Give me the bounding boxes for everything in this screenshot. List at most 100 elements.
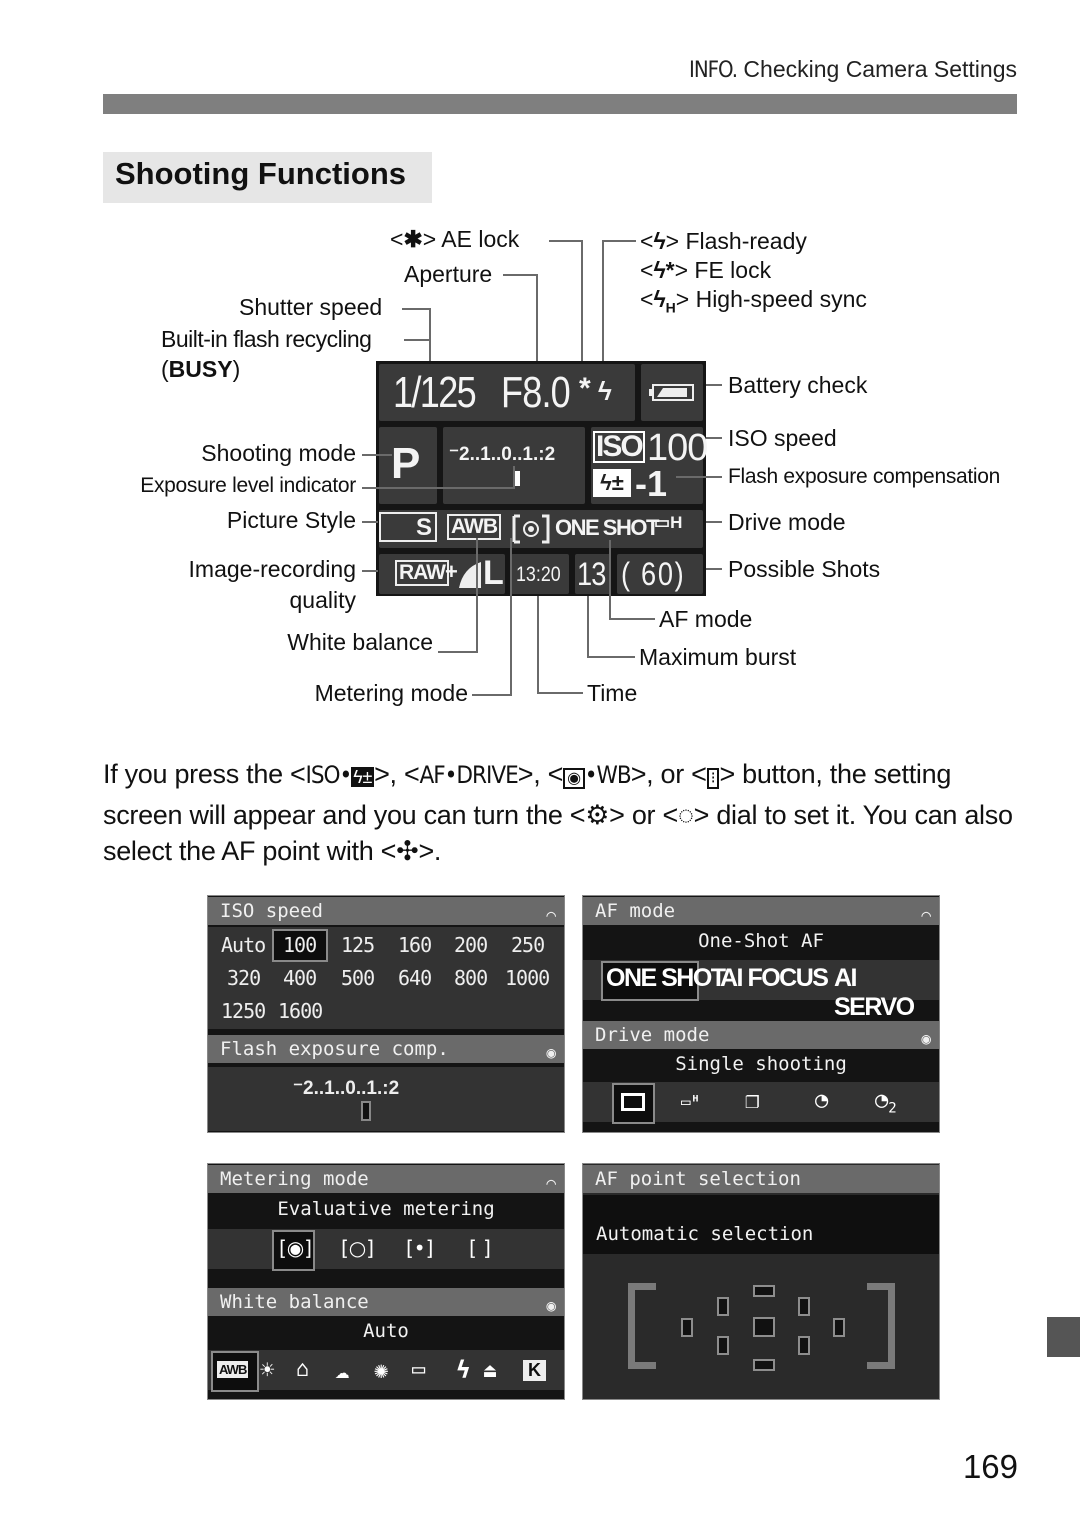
wb-fluorescent-icon[interactable]: ▭ xyxy=(412,1357,425,1382)
metering-title-bar: Metering mode ⌒ xyxy=(208,1165,564,1193)
iso-option[interactable]: 100 xyxy=(283,933,317,957)
multi-controller-icon: ✣ xyxy=(396,836,419,866)
fec-marker[interactable] xyxy=(361,1101,371,1121)
leader-line xyxy=(429,308,431,366)
callout-high-speed-sync-label: High-speed sync xyxy=(695,286,867,312)
callout-aperture: Aperture xyxy=(404,261,493,287)
af-option-one-shot[interactable]: ONE SHOT xyxy=(606,964,726,993)
iso-option[interactable]: 320 xyxy=(227,966,261,990)
leader-line xyxy=(362,570,378,572)
af-point-upper-left[interactable] xyxy=(717,1297,729,1316)
af-point-right[interactable] xyxy=(833,1318,845,1337)
low-speed-continuous-icon[interactable]: ❐ xyxy=(745,1086,759,1114)
af-drive-setting-screen: AF mode ⌒ One-Shot AF ONE SHOT AI FOCUS … xyxy=(582,895,940,1133)
metering-wb-setting-screen: Metering mode ⌒ Evaluative metering [◉] … xyxy=(207,1163,565,1400)
lcd-drive-mode: H xyxy=(670,513,683,532)
page-number: 169 xyxy=(962,1448,1018,1485)
main-dial-icon: ⚙ xyxy=(585,800,610,830)
spot-metering-icon[interactable]: [•] xyxy=(406,1236,433,1260)
iso-option[interactable]: 160 xyxy=(398,933,432,957)
lcd-shutter-speed: 1/125 xyxy=(393,368,477,417)
af-point-left[interactable] xyxy=(681,1318,693,1337)
afpoint-current-value: Automatic selection xyxy=(596,1223,814,1245)
callout-ae-lock-label: AE lock xyxy=(441,226,520,252)
partial-metering-icon[interactable]: [○] xyxy=(341,1236,374,1260)
high-speed-continuous-icon[interactable]: ▭ᴴ xyxy=(681,1092,700,1111)
flash-icon: ϟ xyxy=(653,228,666,254)
wb-flash-icon[interactable]: ϟ xyxy=(456,1356,470,1384)
callout-exposure-level: Exposure level indicator xyxy=(140,474,356,497)
iso-option[interactable]: 1600 xyxy=(278,999,323,1023)
iso-option[interactable]: 640 xyxy=(398,966,432,990)
body-paragraph: If you press the <ISO• ϟ±>, <AF•DRIVE>, <… xyxy=(103,756,1023,869)
lcd-exposure-cell: 1/125 F8.0 * ϟ xyxy=(379,364,635,421)
iso-option[interactable]: 1000 xyxy=(505,966,550,990)
iso-option[interactable]: 800 xyxy=(454,966,488,990)
af-point-lower-right[interactable] xyxy=(798,1336,810,1355)
leader-line xyxy=(362,454,392,456)
wb-cloudy-icon[interactable]: ☁ xyxy=(335,1356,349,1384)
fec-panel: ⁻2..1..0..1.:2 xyxy=(208,1067,564,1131)
wb-shade-icon[interactable]: ⌂ xyxy=(296,1357,309,1382)
af-point-top[interactable] xyxy=(753,1285,775,1297)
iso-title: ISO speed xyxy=(220,900,323,922)
leader-line xyxy=(706,384,722,386)
body-text: >. xyxy=(418,836,442,866)
leader-line xyxy=(609,618,655,620)
self-timer-10s-icon[interactable]: ◔ xyxy=(815,1088,828,1113)
wb-title-bar: White balance ◉ xyxy=(208,1288,564,1316)
iso-button-label: ISO• xyxy=(305,761,352,789)
callout-flash-ready: <ϟ> Flash-ready xyxy=(640,228,807,254)
wb-tungsten-icon[interactable]: ✺ xyxy=(374,1356,388,1384)
callout-drive-mode: Drive mode xyxy=(728,509,846,535)
leader-line xyxy=(587,596,589,658)
body-text: If you press the < xyxy=(103,759,306,789)
af-frame-right-bracket xyxy=(867,1283,895,1369)
lcd-exposure-marker xyxy=(515,471,520,486)
callout-flash-ready-label: Flash-ready xyxy=(685,228,807,254)
afpoint-value-panel: Automatic selection xyxy=(583,1195,939,1254)
callout-battery-check: Battery check xyxy=(728,372,868,398)
lcd-mode-cell: P xyxy=(379,427,437,504)
iso-option[interactable]: 125 xyxy=(341,933,375,957)
quick-control-dial-icon: ◉ xyxy=(921,1029,931,1048)
main-dial-icon: ⌒ xyxy=(546,905,556,924)
main-dial-icon: ⌒ xyxy=(546,1173,556,1192)
lcd-iso-cell: ISO 100 ϟ± -1 xyxy=(591,427,708,504)
wb-kelvin-icon[interactable]: K xyxy=(523,1360,546,1381)
lcd-exposure-scale: ⁻2..1..0..1.:2 xyxy=(449,444,556,465)
af-option-ai-focus[interactable]: AI FOCUS xyxy=(720,964,829,993)
callout-picture-style: Picture Style xyxy=(226,507,356,533)
single-shooting-icon[interactable] xyxy=(621,1093,645,1111)
iso-option[interactable]: 400 xyxy=(283,966,317,990)
iso-option[interactable]: 200 xyxy=(454,933,488,957)
leader-line xyxy=(362,521,378,523)
af-current-value: One-Shot AF xyxy=(698,930,824,952)
wb-custom-icon[interactable]: ⏏ xyxy=(484,1358,496,1382)
leader-line xyxy=(602,240,604,375)
af-option-ai-servo[interactable]: AI SERVO xyxy=(834,964,939,1022)
self-timer-2s-icon[interactable]: ◔2 xyxy=(875,1088,897,1116)
drive-title-bar: Drive mode ◉ xyxy=(583,1021,939,1049)
af-point-upper-right[interactable] xyxy=(798,1297,810,1316)
leader-line xyxy=(402,308,430,310)
iso-option[interactable]: 1250 xyxy=(221,999,266,1023)
iso-option[interactable]: 500 xyxy=(341,966,375,990)
iso-option[interactable]: 250 xyxy=(511,933,545,957)
wb-auto-icon[interactable]: AWB xyxy=(217,1361,249,1378)
leader-line xyxy=(602,240,636,242)
leader-line xyxy=(706,437,722,439)
leader-line xyxy=(537,692,583,694)
af-point-bottom[interactable] xyxy=(753,1359,775,1371)
lcd-burst-cell: 13 xyxy=(575,554,611,594)
iso-option[interactable]: Auto xyxy=(221,933,266,957)
center-weighted-metering-icon[interactable]: [ ] xyxy=(469,1236,491,1260)
busy-paren-close: ) xyxy=(232,356,241,382)
afpoint-title-bar: AF point selection xyxy=(583,1165,939,1193)
af-point-center[interactable] xyxy=(753,1317,775,1337)
wb-daylight-icon[interactable]: ☀ xyxy=(260,1356,274,1384)
leader-line xyxy=(609,540,611,620)
af-point-lower-left[interactable] xyxy=(717,1336,729,1355)
evaluative-metering-icon[interactable]: [◉] xyxy=(279,1236,312,1260)
leader-line xyxy=(510,538,512,696)
